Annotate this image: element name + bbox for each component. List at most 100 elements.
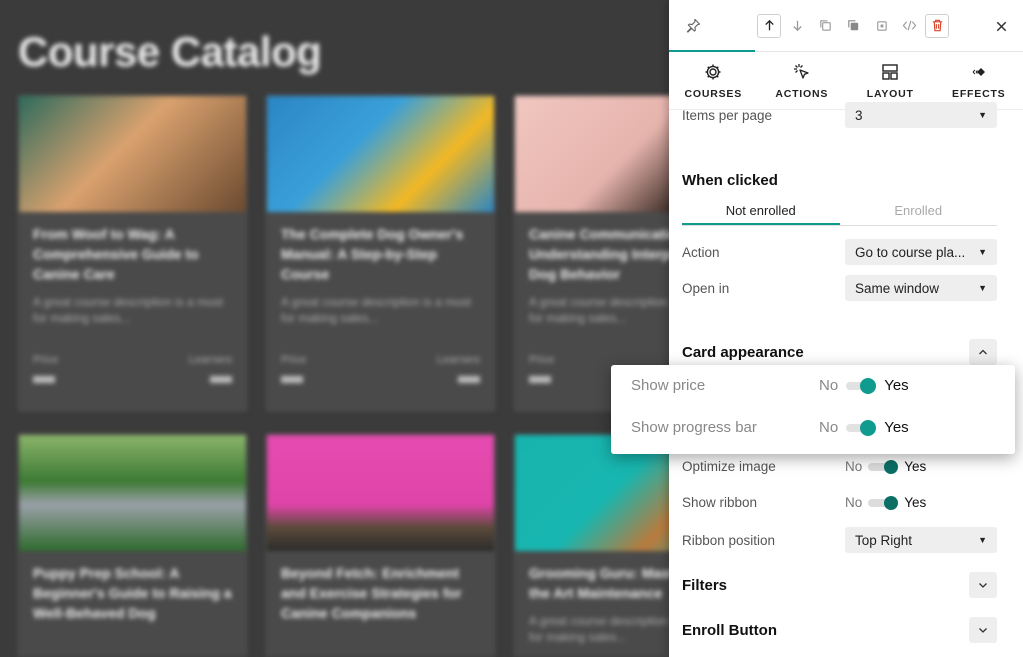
toggle-yes-label: Yes [904, 495, 927, 510]
tab-courses[interactable]: COURSES [669, 52, 758, 109]
toggle-yes-label: Yes [884, 419, 909, 436]
chevron-down-icon [979, 583, 987, 588]
layout-icon [882, 63, 898, 80]
move-down-button[interactable] [785, 14, 809, 38]
action-select[interactable]: Go to course pla... ▼ [845, 239, 997, 265]
open-in-value: Same window [855, 280, 940, 296]
course-card-description: A great course description is a must for… [281, 295, 472, 325]
open-in-select[interactable]: Same window ▼ [845, 275, 997, 301]
toggle-switch[interactable] [846, 419, 877, 436]
action-value: Go to course pla... [855, 244, 966, 260]
show-ribbon-row: Show ribbon No Yes [682, 495, 997, 510]
catalog-title: Course Catalog [18, 28, 322, 75]
when-clicked-title: When clicked [682, 172, 778, 189]
toggle-popover: Show price No Yes Show progress bar No Y… [611, 365, 1015, 454]
tab-layout[interactable]: LAYOUT [846, 52, 935, 109]
chevron-up-icon [979, 349, 987, 355]
chevron-down-icon: ▼ [978, 283, 987, 293]
show-price-toggle[interactable]: No Yes [819, 377, 995, 394]
ribbon-position-row: Ribbon position Top Right ▼ [682, 527, 997, 553]
tab-courses-label: COURSES [684, 87, 743, 100]
close-icon [996, 21, 1006, 31]
ribbon-position-value: Top Right [855, 532, 913, 548]
optimize-image-toggle[interactable]: No Yes [845, 459, 997, 474]
panel-toolbar [669, 0, 1023, 52]
chevron-down-icon: ▼ [978, 535, 987, 545]
action-row: Action Go to course pla... ▼ [682, 239, 997, 265]
open-in-row: Open in Same window ▼ [682, 275, 997, 301]
arrow-down-icon [792, 20, 802, 32]
copy-style-button[interactable] [841, 14, 865, 38]
toggle-no-label: No [819, 377, 839, 394]
optimize-image-row: Optimize image No Yes [682, 459, 997, 474]
ribbon-position-select[interactable]: Top Right ▼ [845, 527, 997, 553]
course-card-title: Beyond Fetch: Enrichment and Exercise St… [281, 565, 462, 621]
segment-not-enrolled[interactable]: Not enrolled [682, 200, 840, 225]
course-card-price-label: Price [281, 354, 307, 366]
chevron-down-icon [979, 628, 987, 633]
card-appearance-collapse-button[interactable] [969, 339, 997, 365]
gear-icon [705, 64, 721, 79]
course-card[interactable]: Beyond Fetch: Enrichment and Exercise St… [266, 434, 495, 657]
chevron-down-icon: ▼ [978, 247, 987, 257]
filters-title: Filters [682, 577, 728, 594]
show-ribbon-label: Show ribbon [682, 495, 758, 510]
active-tab-indicator [669, 50, 755, 52]
toggle-yes-label: Yes [904, 459, 927, 474]
toggle-switch[interactable] [868, 459, 899, 474]
enroll-button-title: Enroll Button [682, 622, 777, 639]
settings-panel: COURSES ACTIONS LAYOUT EFFECTS Items per… [669, 0, 1023, 657]
close-button[interactable] [989, 14, 1013, 38]
show-price-row: Show price No Yes [631, 377, 995, 394]
segment-enrolled[interactable]: Enrolled [840, 200, 998, 225]
toggle-yes-label: Yes [884, 377, 909, 394]
pin-icon[interactable] [681, 14, 705, 38]
items-per-page-row: Items per page 3 ▼ [682, 102, 997, 128]
action-label: Action [682, 244, 720, 260]
open-in-label: Open in [682, 280, 730, 296]
show-progress-bar-label: Show progress bar [631, 419, 757, 436]
course-card-title: The Complete Dog Owner's Manual: A Step-… [281, 226, 464, 282]
items-per-page-select[interactable]: 3 ▼ [845, 102, 997, 128]
course-card-image [267, 435, 494, 551]
show-ribbon-toggle[interactable]: No Yes [845, 495, 997, 510]
course-card-title: Puppy Prep School: A Beginner's Guide to… [33, 565, 232, 621]
course-card-image [19, 96, 246, 212]
delete-button[interactable] [925, 13, 949, 38]
course-card[interactable]: Puppy Prep School: A Beginner's Guide to… [18, 434, 247, 657]
card-appearance-title: Card appearance [682, 344, 804, 361]
stack-icon [847, 20, 858, 31]
toggle-switch[interactable] [868, 495, 899, 510]
code-button[interactable] [897, 14, 921, 38]
duplicate-button[interactable] [813, 14, 837, 38]
show-progress-bar-row: Show progress bar No Yes [631, 419, 995, 436]
tab-actions-label: ACTIONS [775, 87, 829, 100]
chevron-down-icon: ▼ [978, 110, 987, 120]
course-card-learners-label: Learners [188, 354, 232, 366]
code-icon [902, 20, 916, 31]
course-card[interactable]: From Woof to Wag: A Comprehensive Guide … [18, 95, 247, 411]
toggle-switch[interactable] [846, 377, 877, 394]
enroll-button-expand-button[interactable] [969, 617, 997, 643]
show-progress-bar-toggle[interactable]: No Yes [819, 419, 995, 436]
effects-icon [972, 67, 985, 76]
items-per-page-value: 3 [855, 107, 863, 123]
paste-button[interactable] [869, 14, 893, 38]
copy-icon [819, 20, 831, 31]
show-price-label: Show price [631, 377, 706, 394]
course-card-price-label: Price [33, 354, 59, 366]
course-card-description: A great course description is a must for… [33, 295, 224, 325]
course-card-learners-label: Learners [436, 354, 480, 366]
move-up-button[interactable] [757, 13, 781, 38]
filters-expand-button[interactable] [969, 572, 997, 598]
arrow-up-icon [764, 19, 774, 31]
tab-actions[interactable]: ACTIONS [758, 52, 847, 109]
toggle-no-label: No [845, 459, 863, 474]
course-card-image [19, 435, 246, 551]
cursor-click-icon [793, 63, 809, 79]
paste-icon [876, 21, 887, 31]
course-card-title: From Woof to Wag: A Comprehensive Guide … [33, 226, 199, 282]
tab-effects[interactable]: EFFECTS [935, 52, 1023, 109]
enrollment-segmented-control: Not enrolled Enrolled [682, 200, 997, 226]
course-card[interactable]: The Complete Dog Owner's Manual: A Step-… [266, 95, 495, 411]
